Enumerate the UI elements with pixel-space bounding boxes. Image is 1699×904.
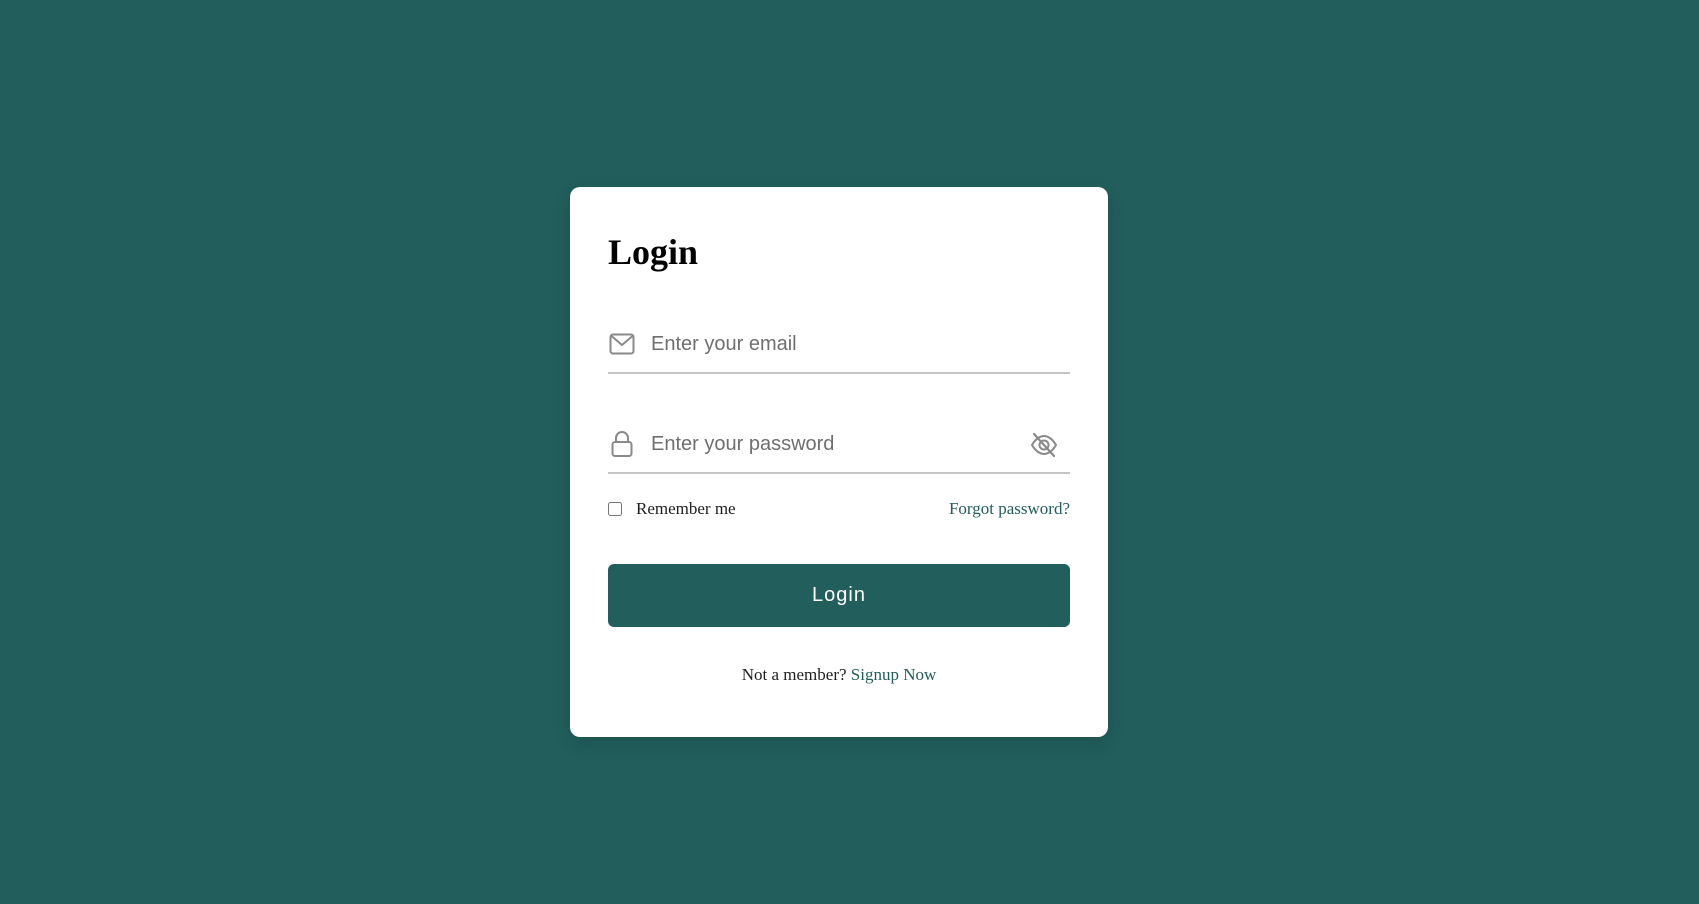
email-input[interactable] [651, 318, 1031, 370]
password-field-group [608, 418, 1070, 474]
lock-icon [608, 430, 636, 458]
page-title: Login [608, 232, 699, 272]
eye-slash-icon[interactable] [1030, 431, 1058, 459]
email-field-group [608, 318, 1070, 374]
remember-me-checkbox[interactable] [608, 502, 622, 516]
signup-prompt-text: Not a member? [741, 665, 847, 684]
form-options-row: Remember me Forgot password? [608, 498, 1070, 520]
signup-prompt: Not a member? Signup Now [570, 665, 1108, 685]
remember-me[interactable]: Remember me [608, 499, 736, 519]
remember-me-label: Remember me [636, 499, 736, 518]
forgot-password-link[interactable]: Forgot password? [949, 499, 1070, 519]
login-card: Login Remember me [570, 187, 1108, 737]
signup-link[interactable]: Signup Now [851, 665, 936, 684]
envelope-icon [608, 330, 636, 358]
password-input[interactable] [651, 418, 1031, 470]
login-button[interactable]: Login [608, 564, 1070, 627]
